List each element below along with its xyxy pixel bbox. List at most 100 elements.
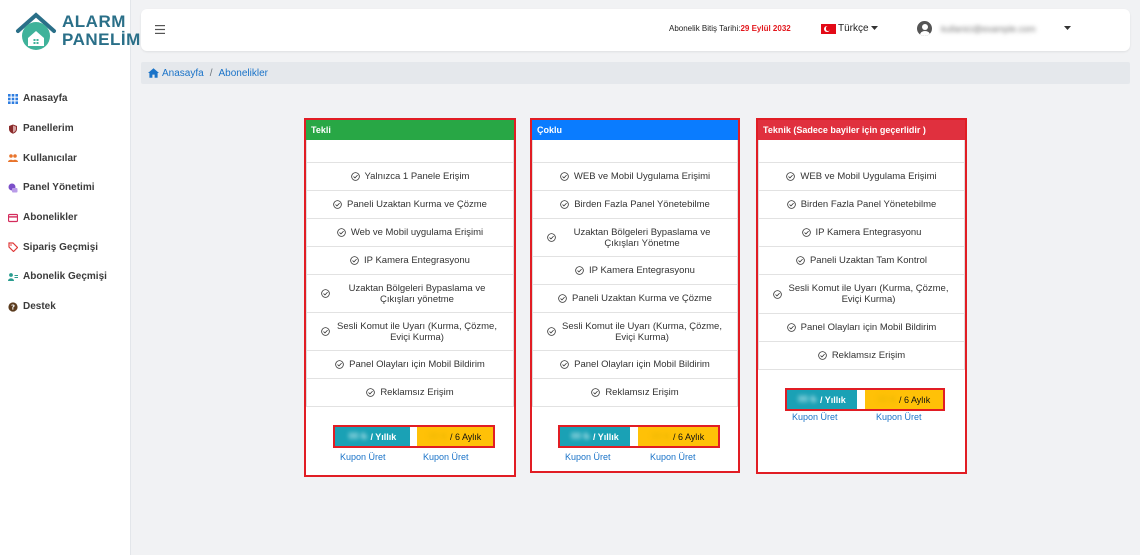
subscription-date-value: 29 Eylül 2032 xyxy=(740,24,791,33)
user-email: kullanici@example.com xyxy=(941,23,1036,34)
sidebar-item-panellerim[interactable]: Panellerim xyxy=(0,114,131,144)
sidebar-item-destek[interactable]: ? Destek xyxy=(0,292,131,322)
turkey-flag-icon xyxy=(821,23,836,34)
svg-text:?: ? xyxy=(11,303,15,311)
sidebar-item-abonelik-gecmisi[interactable]: Abonelik Geçmişi xyxy=(0,262,131,292)
yearly-price-label: / Yıllık xyxy=(370,431,397,442)
half-year-price-label: / 6 Aylık xyxy=(449,431,482,442)
sidebar-menu: Anasayfa Panellerim Kullanıcılar Panel Y… xyxy=(0,84,131,322)
half-year-price-button[interactable]: 00 ₺/ 6 Aylık xyxy=(638,427,718,446)
plan-card-tekli: Tekli Yalnızca 1 Panele Erişim Paneli Uz… xyxy=(304,118,516,477)
card-icon xyxy=(8,213,18,223)
feature-text: Uzaktan Bölgeleri Bypaslama ve Çıkışları… xyxy=(573,226,711,249)
check-circle-icon xyxy=(558,294,567,303)
breadcrumb-home-link[interactable]: Anasayfa xyxy=(162,68,204,79)
feature-text: Reklamsız Erişim xyxy=(605,387,679,398)
feature-text: Sesli Komut ile Uyarı (Kurma, Çözme, Evi… xyxy=(337,320,497,343)
check-circle-icon xyxy=(350,256,359,265)
coupon-yearly-link[interactable]: Kupon Üret xyxy=(340,452,386,462)
feature-item: Reklamsız Erişim xyxy=(307,379,513,407)
feature-text: Web ve Mobil uygulama Erişimi xyxy=(350,227,484,238)
yearly-price-button[interactable]: 00 ₺ / Yıllık xyxy=(335,427,410,446)
half-year-price-amount: 00 ₺ xyxy=(428,431,447,441)
plan-title-bar: Tekli xyxy=(306,120,514,140)
home-icon xyxy=(148,68,159,78)
coupon-half-year-link[interactable]: Kupon Üret xyxy=(423,452,469,462)
half-year-price-amount: 00 ₺ xyxy=(877,394,896,404)
feature-text: Panel Olayları için Mobil Bildirim xyxy=(800,322,937,333)
plan-card-teknik: Teknik (Sadece bayiler için geçerlidir )… xyxy=(756,118,967,474)
check-circle-icon xyxy=(321,327,330,336)
sidebar-item-panel-yonetimi[interactable]: Panel Yönetimi xyxy=(0,173,131,203)
sidebar-item-abonelikler[interactable]: Abonelikler xyxy=(0,203,131,233)
coupon-half-year-link[interactable]: Kupon Üret xyxy=(876,412,922,422)
check-circle-icon xyxy=(591,388,601,397)
sidebar-item-label: Panel Yönetimi xyxy=(23,182,95,194)
check-circle-icon xyxy=(335,360,344,369)
feature-item: WEB ve Mobil Uygulama Erişimi xyxy=(759,163,964,191)
breadcrumb-current[interactable]: Abonelikler xyxy=(218,68,267,79)
feature-item: IP Kamera Entegrasyonu xyxy=(533,257,737,285)
feature-item: Birden Fazla Panel Yönetebilme xyxy=(533,191,737,219)
user-menu[interactable]: kullanici@example.com xyxy=(917,21,1071,36)
sidebar-item-label: Sipariş Geçmişi xyxy=(23,241,99,253)
half-year-price-button[interactable]: 00 ₺/ 6 Aylık xyxy=(865,390,943,409)
check-circle-icon xyxy=(321,289,330,298)
sidebar: ALARM PANELİM Anasayfa Panellerim Kullan… xyxy=(0,0,140,555)
language-dropdown[interactable]: Türkçe xyxy=(821,23,878,34)
feature-item: Sesli Komut ile Uyarı (Kurma, Çözme, Evi… xyxy=(533,313,737,351)
help-icon: ? xyxy=(8,302,18,312)
breadcrumb: Anasayfa / Abonelikler xyxy=(141,62,1130,84)
feature-item: Panel Olayları için Mobil Bildirim xyxy=(759,314,964,342)
plan-title-bar: Teknik (Sadece bayiler için geçerlidir ) xyxy=(758,120,965,140)
feature-text: Panel Olayları için Mobil Bildirim xyxy=(574,359,710,370)
sidebar-item-kullanicilar[interactable]: Kullanıcılar xyxy=(0,143,131,173)
price-buttons-coklu: 00 ₺ / Yıllık 00 ₺/ 6 Aylık xyxy=(558,425,720,448)
plan-title: Teknik (Sadece bayiler için geçerlidir ) xyxy=(763,125,926,135)
feature-text: Yalnızca 1 Panele Erişim xyxy=(364,171,470,182)
check-circle-icon xyxy=(350,172,360,181)
sidebar-item-siparis-gecmisi[interactable]: Sipariş Geçmişi xyxy=(0,232,131,262)
check-circle-icon xyxy=(786,200,796,209)
hamburger-menu-icon[interactable] xyxy=(155,22,165,37)
coupon-half-year-link[interactable]: Kupon Üret xyxy=(650,452,696,462)
half-year-price-button[interactable]: 00 ₺/ 6 Aylık xyxy=(417,427,493,446)
brand-logo[interactable]: ALARM PANELİM xyxy=(14,11,140,55)
sidebar-item-label: Abonelikler xyxy=(23,212,78,224)
yearly-price-button[interactable]: 00 ₺ / Yıllık xyxy=(560,427,630,446)
yearly-price-amount: 00 ₺ xyxy=(571,431,590,441)
brand-name: ALARM PANELİM xyxy=(62,13,141,49)
check-circle-icon xyxy=(818,351,827,360)
check-circle-icon xyxy=(801,228,811,237)
feature-text: IP Kamera Entegrasyonu xyxy=(589,265,695,276)
caret-down-icon xyxy=(870,26,878,30)
shield-icon xyxy=(8,124,18,134)
feature-item: IP Kamera Entegrasyonu xyxy=(759,219,964,247)
sidebar-item-anasayfa[interactable]: Anasayfa xyxy=(0,84,131,114)
check-circle-icon xyxy=(547,233,556,242)
coupon-yearly-link[interactable]: Kupon Üret xyxy=(565,452,611,462)
tag-icon xyxy=(8,242,18,253)
feature-item: IP Kamera Entegrasyonu xyxy=(307,247,513,275)
house-logo-icon xyxy=(16,12,56,50)
caret-down-icon xyxy=(1063,26,1071,30)
feature-item: Uzaktan Bölgeleri Bypaslama ve Çıkışları… xyxy=(307,275,513,313)
sidebar-item-label: Panellerim xyxy=(23,123,74,135)
plan-title: Çoklu xyxy=(537,125,563,135)
yearly-price-button[interactable]: 00 ₺ / Yıllık xyxy=(787,390,857,409)
coupon-yearly-link[interactable]: Kupon Üret xyxy=(792,412,838,422)
plan-spacer xyxy=(533,140,737,163)
language-label: Türkçe xyxy=(838,23,869,34)
sidebar-item-label: Kullanıcılar xyxy=(23,152,77,164)
feature-text: Reklamsız Erişim xyxy=(831,350,906,361)
plan-spacer xyxy=(759,140,964,163)
user-avatar-icon xyxy=(917,21,932,36)
feature-text: Paneli Uzaktan Tam Kontrol xyxy=(809,255,928,266)
feature-item: Paneli Uzaktan Tam Kontrol xyxy=(759,247,964,275)
feature-item: Birden Fazla Panel Yönetebilme xyxy=(759,191,964,219)
feature-item: WEB ve Mobil Uygulama Erişimi xyxy=(533,163,737,191)
check-circle-icon xyxy=(333,200,342,209)
feature-text: WEB ve Mobil Uygulama Erişimi xyxy=(573,171,711,182)
yearly-price-amount: 00 ₺ xyxy=(348,431,368,441)
feature-text: Sesli Komut ile Uyarı (Kurma, Çözme, Evi… xyxy=(562,320,722,343)
